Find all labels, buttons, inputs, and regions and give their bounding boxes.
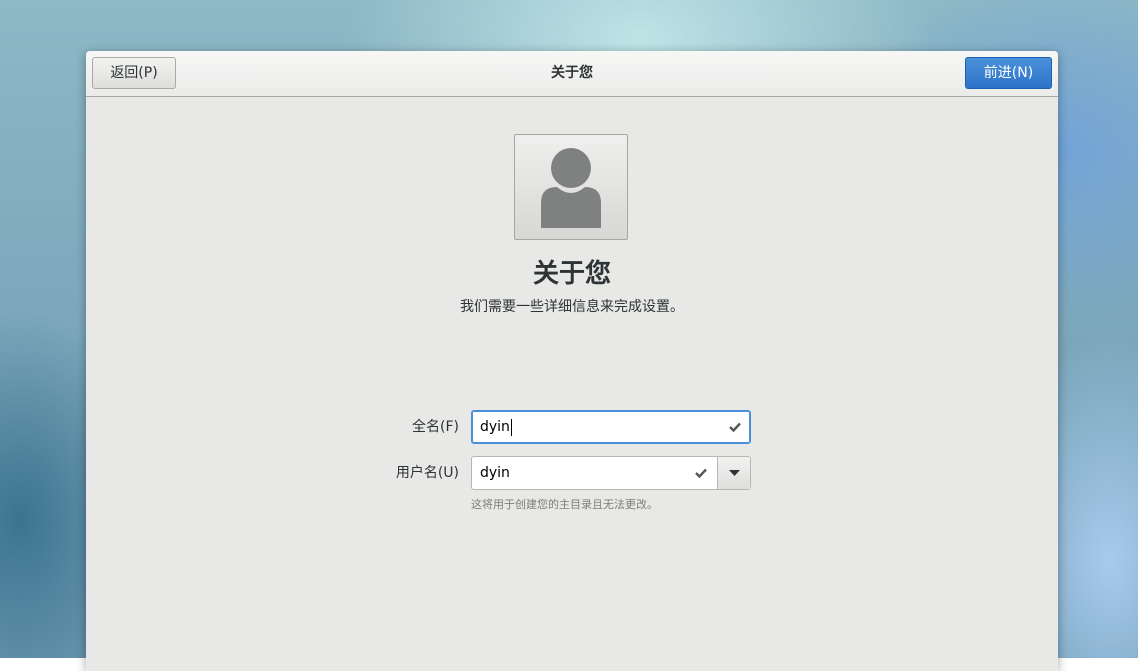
fullname-input[interactable]: dyin [480, 411, 512, 443]
checkmark-icon [729, 422, 741, 432]
text-caret [510, 418, 512, 436]
page-content: 关于您 我们需要一些详细信息来完成设置。 全名(F) dyin 用户名(U) d… [86, 97, 1058, 671]
setup-window: 返回(P) 关于您 前进(N) 关于您 我们需要一些详细信息来完成设置。 全名(… [86, 51, 1058, 671]
username-input[interactable]: dyin [480, 457, 510, 489]
username-hint: 这将用于创建您的主目录且无法更改。 [471, 498, 658, 511]
username-dropdown-button[interactable] [717, 457, 750, 489]
fullname-label: 全名(F) [412, 419, 459, 435]
fullname-field[interactable]: dyin [471, 410, 751, 444]
window-title: 关于您 [551, 65, 593, 81]
fullname-value: dyin [480, 419, 510, 435]
username-label: 用户名(U) [395, 465, 459, 481]
checkmark-icon [695, 468, 707, 478]
user-avatar-icon [541, 148, 601, 228]
page-heading: 关于您 [532, 259, 611, 289]
chevron-down-icon [729, 470, 740, 476]
username-combo: dyin [471, 456, 751, 490]
header-bar: 返回(P) 关于您 前进(N) [86, 51, 1058, 97]
avatar-button[interactable] [514, 134, 628, 240]
desktop-background: 返回(P) 关于您 前进(N) 关于您 我们需要一些详细信息来完成设置。 全名(… [0, 0, 1138, 671]
page-subtitle: 我们需要一些详细信息来完成设置。 [460, 299, 684, 315]
next-button[interactable]: 前进(N) [965, 57, 1052, 89]
